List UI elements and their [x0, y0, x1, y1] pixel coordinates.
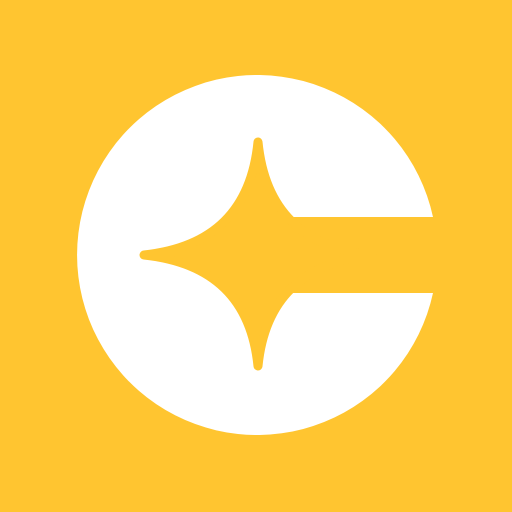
app-icon [0, 0, 512, 512]
sparkle-logo-icon [0, 0, 512, 512]
